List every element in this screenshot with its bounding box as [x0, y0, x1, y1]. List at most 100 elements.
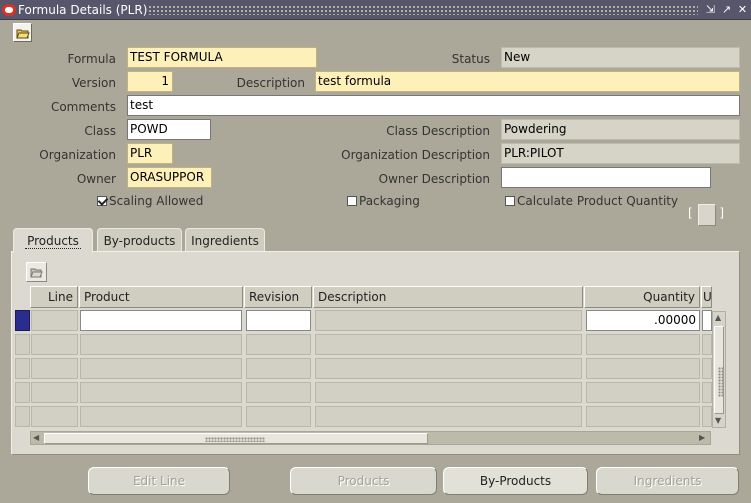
record-indicator[interactable] — [15, 334, 30, 355]
cell-quantity[interactable] — [586, 334, 700, 355]
cell-description[interactable] — [315, 382, 582, 403]
by-products-button-label: By-Products — [479, 474, 552, 488]
record-indicator[interactable] — [15, 382, 30, 403]
folder-icon — [16, 29, 30, 39]
owner-description-label: Owner Description — [378, 172, 490, 186]
class-description-field: Powdering — [501, 119, 740, 140]
version-label: Version — [71, 76, 116, 90]
cell-line[interactable] — [31, 334, 78, 355]
description-label: Description — [236, 76, 305, 90]
cell-uom[interactable] — [702, 310, 712, 331]
products-button-label: Products — [337, 474, 390, 488]
owner-label: Owner — [76, 172, 116, 186]
cell-revision[interactable] — [246, 334, 311, 355]
open-folder-button[interactable] — [13, 23, 32, 42]
cell-revision[interactable] — [246, 310, 311, 331]
owner-description-field[interactable] — [501, 167, 711, 188]
maximize-icon[interactable]: ↗ — [720, 3, 733, 17]
status-field: New — [501, 47, 740, 68]
cell-revision[interactable] — [246, 382, 311, 403]
cell-line[interactable] — [31, 382, 78, 403]
class-field[interactable]: POWD — [127, 119, 211, 140]
cell-uom[interactable] — [702, 334, 712, 355]
tab-ingredients[interactable]: Ingredients — [185, 228, 265, 252]
vertical-scroll-thumb[interactable] — [714, 326, 724, 414]
cell-quantity[interactable] — [586, 382, 700, 403]
cell-uom[interactable] — [702, 382, 712, 403]
oracle-logo-icon — [2, 4, 16, 16]
cell-revision[interactable] — [246, 406, 311, 427]
checkbox-unchecked-icon — [347, 196, 357, 206]
bracket-left: [ — [688, 206, 693, 220]
scaling-allowed-checkbox[interactable]: Scaling Allowed — [97, 193, 203, 209]
cell-line[interactable] — [31, 406, 78, 427]
grid-open-button[interactable] — [26, 262, 47, 282]
tab-by-products-label: By-products — [103, 234, 176, 248]
column-header-revision: Revision — [244, 286, 312, 308]
window-title: Formula Details (PLR) — [18, 3, 148, 17]
formula-field[interactable]: TEST FORMULA — [127, 47, 317, 68]
current-record-indicator[interactable] — [15, 310, 30, 331]
calculate-product-quantity-checkbox[interactable]: Calculate Product Quantity — [505, 193, 678, 209]
record-indicator[interactable] — [15, 358, 30, 379]
owner-field[interactable]: ORASUPPOR — [127, 167, 212, 188]
comments-label: Comments — [50, 100, 116, 114]
cell-product[interactable] — [80, 382, 242, 403]
cell-product[interactable] — [80, 358, 242, 379]
cell-product[interactable] — [80, 310, 242, 331]
cell-description[interactable] — [315, 334, 582, 355]
horizontal-scroll-thumb[interactable] — [44, 433, 428, 444]
cell-uom[interactable] — [702, 358, 712, 379]
column-header-line: Line — [30, 286, 78, 308]
cell-description[interactable] — [315, 310, 582, 331]
edit-line-label: Edit Line — [132, 474, 186, 488]
minimize-icon[interactable]: ⇲ — [704, 3, 717, 17]
formula-label: Formula — [67, 52, 116, 66]
cell-line[interactable] — [31, 358, 78, 379]
column-header-description: Description — [313, 286, 583, 308]
organization-field[interactable]: PLR — [127, 143, 173, 164]
scaling-allowed-label: Scaling Allowed — [109, 194, 204, 208]
bracket-right: ] — [719, 206, 724, 220]
cell-uom[interactable] — [702, 406, 712, 427]
tab-by-products[interactable]: By-products — [97, 228, 182, 252]
cell-line[interactable] — [31, 310, 78, 331]
folder-icon — [30, 268, 43, 278]
comments-field[interactable]: test — [127, 95, 740, 116]
column-header-quantity: Quantity — [584, 286, 700, 308]
scroll-left-icon[interactable]: ◀ — [33, 433, 39, 443]
cell-description[interactable] — [315, 406, 582, 427]
scroll-right-icon[interactable]: ▶ — [699, 433, 705, 443]
cell-revision[interactable] — [246, 358, 311, 379]
version-field[interactable]: 1 — [127, 71, 173, 92]
cell-description[interactable] — [315, 358, 582, 379]
column-header-product: Product — [79, 286, 243, 308]
scroll-down-icon[interactable]: ▼ — [715, 416, 721, 426]
close-icon[interactable]: ✕ — [736, 3, 749, 17]
packaging-checkbox[interactable]: Packaging — [347, 193, 420, 209]
window-titlebar: Formula Details (PLR) ⇲ ↗ ✕ — [0, 0, 751, 20]
grid-horizontal-scrollbar[interactable]: ◀ ▶ — [30, 431, 711, 445]
packaging-label: Packaging — [359, 194, 420, 208]
edit-line-button[interactable]: Edit Line — [88, 467, 230, 495]
flexfield-bracket: [ ] — [688, 204, 724, 226]
by-products-button[interactable]: By-Products — [443, 467, 588, 495]
tab-products[interactable]: Products — [13, 228, 93, 253]
cell-quantity[interactable]: .00000 — [586, 310, 700, 331]
calculate-product-quantity-label: Calculate Product Quantity — [517, 194, 679, 208]
organization-description-label: Organization Description — [341, 148, 490, 162]
flexfield-button[interactable] — [698, 204, 716, 226]
cell-quantity[interactable] — [586, 358, 700, 379]
cell-product[interactable] — [80, 406, 242, 427]
cell-quantity[interactable] — [586, 406, 700, 427]
ingredients-button[interactable]: Ingredients — [596, 467, 739, 495]
products-button[interactable]: Products — [290, 467, 437, 495]
column-header-uom: U — [701, 286, 712, 308]
organization-description-field: PLR:PILOT — [501, 143, 740, 164]
scroll-up-icon[interactable]: ▲ — [715, 313, 721, 323]
record-indicator[interactable] — [15, 406, 30, 427]
class-label: Class — [84, 124, 116, 138]
grid-vertical-scrollbar[interactable]: ▲ ▼ — [712, 311, 726, 428]
description-field[interactable]: test formula — [315, 71, 740, 92]
cell-product[interactable] — [80, 334, 242, 355]
